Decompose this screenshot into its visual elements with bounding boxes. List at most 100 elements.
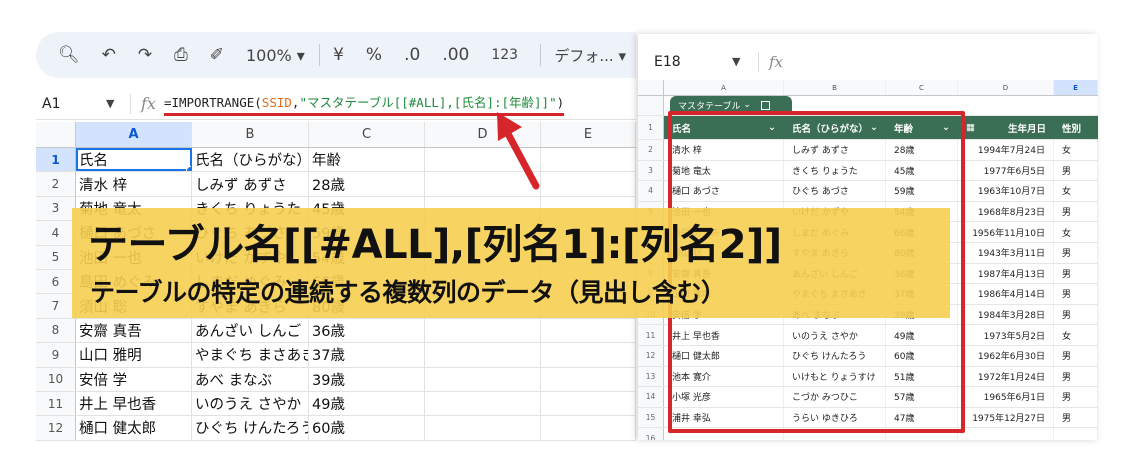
- redo-icon[interactable]: ↷: [138, 45, 152, 65]
- name-box[interactable]: A1: [36, 96, 106, 112]
- row-number[interactable]: 10: [36, 367, 76, 391]
- column-header-e[interactable]: E: [1054, 80, 1098, 95]
- cell-dob[interactable]: 1972年1月24日: [958, 366, 1054, 387]
- cell-b[interactable]: 氏名（ひらがな）: [192, 148, 309, 172]
- cell-sex[interactable]: 男: [1054, 407, 1098, 428]
- cell-dob[interactable]: 1977年6月5日: [958, 160, 1054, 181]
- name-box[interactable]: E18: [654, 54, 732, 70]
- cell-sex[interactable]: [1054, 428, 1098, 440]
- select-all-corner[interactable]: [638, 80, 664, 95]
- cell-sex[interactable]: 男: [1054, 304, 1098, 325]
- column-header-d[interactable]: D: [958, 80, 1054, 95]
- cell-sex[interactable]: 男: [1054, 242, 1098, 263]
- cell-dob[interactable]: 1987年4月13日: [958, 263, 1054, 284]
- cell-c[interactable]: 60歳: [309, 416, 425, 440]
- cell-dob[interactable]: 1963年10月7日: [958, 181, 1054, 201]
- cell-e[interactable]: [541, 416, 636, 440]
- search-icon[interactable]: 🔍︎: [58, 45, 80, 65]
- column-header-c[interactable]: C: [309, 122, 425, 147]
- cell-b[interactable]: あんざい しんご: [192, 318, 309, 343]
- cell-d[interactable]: [425, 391, 541, 416]
- cell-c[interactable]: 39歳: [309, 367, 425, 391]
- table-header-cell[interactable]: 性別: [1054, 116, 1098, 139]
- cell-a[interactable]: 安倍 学: [76, 367, 192, 391]
- paint-format-icon[interactable]: ✐: [210, 45, 224, 65]
- cell-a[interactable]: 井上 早也香: [76, 391, 192, 416]
- cell-c[interactable]: 年齢: [309, 148, 425, 172]
- cell-e[interactable]: [541, 367, 636, 391]
- increase-decimal-button[interactable]: .00: [442, 45, 469, 65]
- zoom-select[interactable]: 100% ▾: [246, 46, 305, 65]
- cell-sex[interactable]: 男: [1054, 387, 1098, 407]
- cell-d[interactable]: [425, 343, 541, 367]
- print-icon[interactable]: ⎙: [174, 45, 188, 65]
- cell-sex[interactable]: 男: [1054, 345, 1098, 366]
- column-header-e[interactable]: E: [541, 122, 636, 147]
- cell-dob[interactable]: 1973年5月2日: [958, 325, 1054, 345]
- cell-dob[interactable]: [958, 428, 1054, 440]
- column-header-c[interactable]: C: [886, 80, 958, 95]
- column-header-a[interactable]: A: [664, 80, 784, 95]
- formula-input[interactable]: =IMPORTRANGE(SSID,"マスタテーブル[[#ALL],[氏名]:[…: [163, 92, 565, 116]
- cell-sex[interactable]: 男: [1054, 284, 1098, 304]
- cell-b[interactable]: いのうえ さやか: [192, 391, 309, 416]
- number-format-button[interactable]: 123: [491, 47, 518, 63]
- cell-sex[interactable]: 女: [1054, 181, 1098, 201]
- cell-sex[interactable]: 男: [1054, 160, 1098, 181]
- cell-dob[interactable]: 1986年4月14日: [958, 284, 1054, 304]
- cell-dob[interactable]: 1962年6月30日: [958, 345, 1054, 366]
- column-header-a[interactable]: A: [76, 122, 192, 147]
- row-number[interactable]: 12: [36, 416, 76, 440]
- copy-icon[interactable]: [760, 100, 770, 110]
- cell-sex[interactable]: 男: [1054, 201, 1098, 222]
- cell-dob[interactable]: 1994年7月24日: [958, 140, 1054, 160]
- cell-c[interactable]: 36歳: [309, 318, 425, 343]
- cell-dob[interactable]: 1984年3月28日: [958, 304, 1054, 325]
- cell-dob[interactable]: 1956年11月10日: [958, 222, 1054, 242]
- cell-b[interactable]: やまぐち まさあき: [192, 343, 309, 367]
- cell-e[interactable]: [541, 343, 636, 367]
- cell-b[interactable]: ひぐち けんたろう: [192, 416, 309, 440]
- cell-dob[interactable]: 1975年12月27日: [958, 407, 1054, 428]
- cell-dob[interactable]: 1943年3月11日: [958, 242, 1054, 263]
- currency-button[interactable]: ¥: [333, 45, 344, 65]
- cell-sex[interactable]: 男: [1054, 366, 1098, 387]
- cell-sex[interactable]: 女: [1054, 222, 1098, 242]
- column-header-d[interactable]: D: [425, 122, 541, 147]
- row-number[interactable]: 11: [36, 391, 76, 416]
- column-header-b[interactable]: B: [192, 122, 309, 147]
- row-number[interactable]: 2: [36, 172, 76, 196]
- cell-a[interactable]: 清水 梓: [76, 172, 192, 196]
- percent-button[interactable]: %: [366, 45, 382, 65]
- cell-a[interactable]: 氏名: [76, 148, 192, 172]
- cell-c[interactable]: 37歳: [309, 343, 425, 367]
- cell-e[interactable]: [541, 391, 636, 416]
- decrease-decimal-button[interactable]: .0: [404, 45, 420, 65]
- cell-a[interactable]: 山口 雅明: [76, 343, 192, 367]
- cell-dob[interactable]: 1968年8月23日: [958, 201, 1054, 222]
- cell-sex[interactable]: 女: [1054, 325, 1098, 345]
- cell-d[interactable]: [425, 367, 541, 391]
- cell-c[interactable]: 28歳: [309, 172, 425, 196]
- font-select[interactable]: デフォ... ▾: [554, 45, 626, 66]
- cell-b[interactable]: しみず あずさ: [192, 172, 309, 196]
- row-number[interactable]: 4: [36, 221, 76, 245]
- column-header-b[interactable]: B: [784, 80, 886, 95]
- cell-d[interactable]: [425, 416, 541, 440]
- row-number[interactable]: 1: [36, 148, 76, 172]
- cell-e[interactable]: [541, 172, 636, 196]
- select-all-corner[interactable]: [36, 122, 76, 147]
- table-header-cell[interactable]: ▦ 生年月日: [958, 116, 1054, 139]
- cell-d[interactable]: [425, 172, 541, 196]
- cell-b[interactable]: あべ まなぶ: [192, 367, 309, 391]
- cell-sex[interactable]: 女: [1054, 140, 1098, 160]
- cell-e[interactable]: [541, 318, 636, 343]
- chevron-down-icon[interactable]: ▼: [732, 55, 758, 68]
- cell-c[interactable]: 49歳: [309, 391, 425, 416]
- cell-a[interactable]: 樋口 健太郎: [76, 416, 192, 440]
- row-number[interactable]: 9: [36, 343, 76, 367]
- chevron-down-icon[interactable]: ▼: [106, 97, 130, 110]
- cell-dob[interactable]: 1965年6月1日: [958, 387, 1054, 407]
- row-number[interactable]: 3: [36, 196, 76, 221]
- row-number[interactable]: 7: [36, 294, 76, 318]
